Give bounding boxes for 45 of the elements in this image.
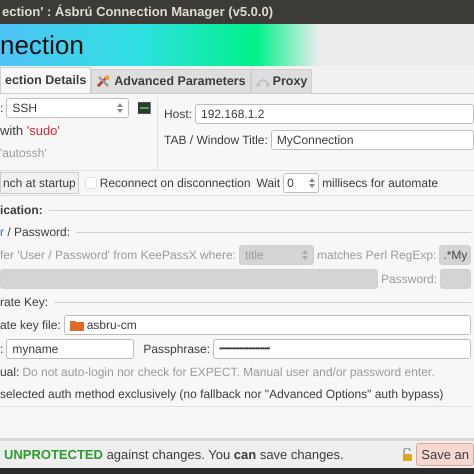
field-label: :: [0, 100, 4, 117]
username-field[interactable]: myname: [6, 339, 134, 359]
field-label: fer 'User / Password' from KeePassX where:: [0, 247, 236, 264]
reconnect-checkbox[interactable]: [84, 177, 97, 189]
status-message: UNPROTECTED against changes. You can save changes.: [4, 446, 344, 464]
window-title: ection' : Ásbrú Connection Manager (v5.0.0): [2, 4, 274, 19]
spinner-icon: [302, 249, 308, 261]
field-label: Passphrase:: [143, 341, 210, 358]
file-chooser[interactable]: asbru-cm: [64, 315, 471, 335]
tools-icon: [96, 74, 112, 89]
host-field[interactable]: 192.168.1.2: [195, 104, 474, 124]
option-description: Do not auto-login nor check for EXPECT. Manual user and/or password enter.: [22, 364, 435, 381]
save-button[interactable]: Save an: [416, 442, 474, 466]
lock-icon: [401, 448, 414, 461]
section-heading: r / Password:: [0, 224, 70, 241]
field-label: Host:: [164, 106, 192, 123]
autossh-option: 'autossh': [0, 144, 151, 162]
method-select[interactable]: SSH: [6, 98, 130, 118]
checkbox-label: Reconnect on disconnection: [100, 175, 250, 192]
field-label: ate key file:: [0, 317, 61, 334]
tab[interactable]: ection Details: [0, 67, 92, 93]
wait-spinner[interactable]: 0: [283, 173, 320, 193]
sudo-option: with 'sudo': [0, 121, 151, 140]
password-field[interactable]: [440, 269, 471, 289]
banner-title: nection: [0, 24, 320, 66]
folder-icon: [70, 319, 84, 331]
field-label: TAB / Window Title:: [164, 132, 268, 149]
tab[interactable]: Proxy: [250, 69, 312, 93]
tab[interactable]: Advanced Parameters: [91, 69, 251, 93]
field-label: Password:: [381, 271, 438, 288]
passphrase-field[interactable]: ••••••••••••••••••••••••••••: [213, 339, 471, 359]
spinner-icon: [117, 102, 124, 114]
title-field[interactable]: MyConnection: [270, 130, 474, 150]
terminal-icon: [138, 102, 151, 114]
field-label: :: [0, 341, 4, 358]
option-label[interactable]: ual:: [0, 363, 20, 381]
field-label: Wait: [256, 175, 280, 192]
section-heading: rate Key:: [0, 294, 48, 311]
launch-toggle[interactable]: nch at startup: [0, 172, 79, 194]
field-label: matches Perl RegExp:: [316, 247, 436, 264]
exclusive-option[interactable]: selected auth method exclusively (no fallback nor "Advanced Options" auth bypass): [0, 385, 471, 407]
user-field[interactable]: [0, 269, 378, 289]
spinner-icon: [309, 177, 316, 189]
section-heading: ication:: [0, 202, 43, 219]
field-label: millisecs for automate: [322, 175, 438, 192]
